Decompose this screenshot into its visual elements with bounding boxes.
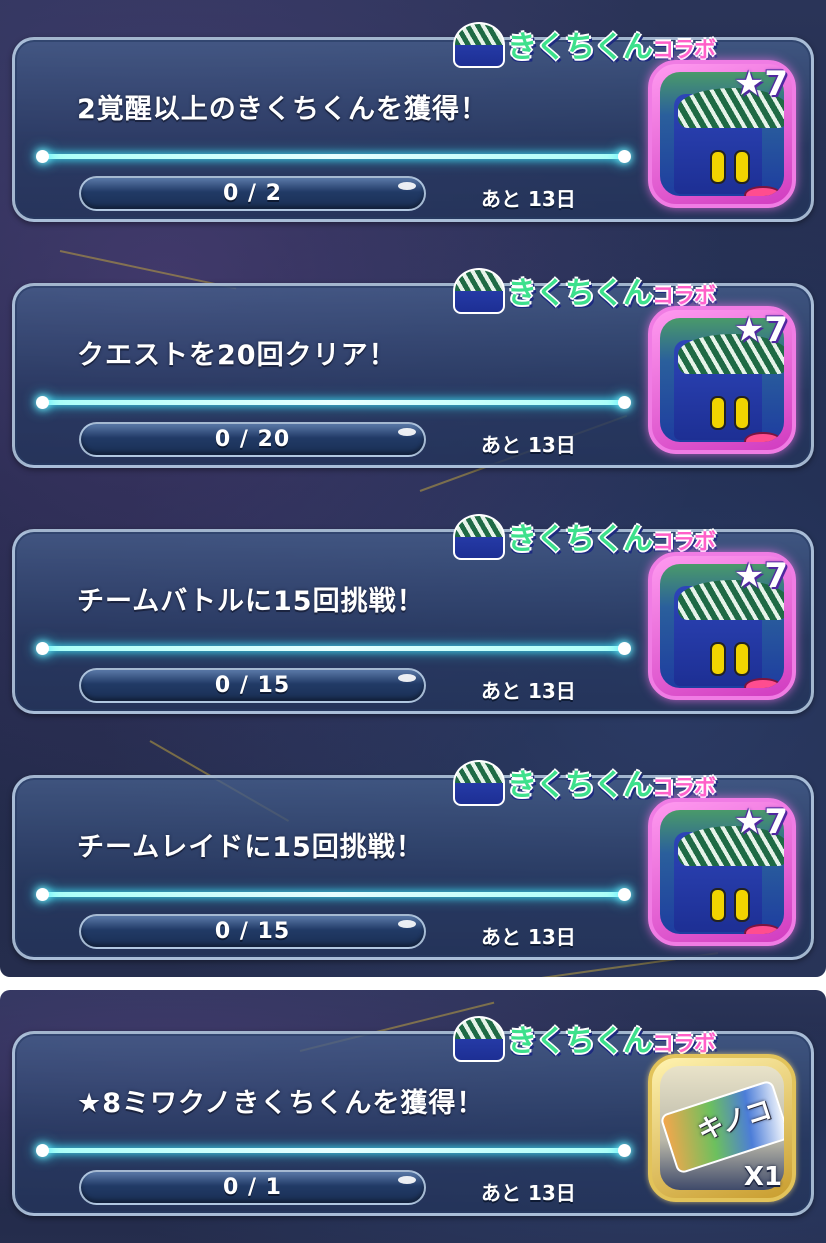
reward-character-icon[interactable]: ★7 [648,306,796,454]
mission-title: チームレイドに15回挑戦！ [77,832,424,863]
progress-bar: 0 / 15 [79,668,426,703]
reward-quantity: X1 [743,1162,782,1192]
kikuchikun-mascot-icon [453,760,505,806]
progress-bar: 0 / 15 [79,914,426,949]
kikuchikun-mascot-icon [453,268,505,314]
reward-character-icon[interactable]: ★7 [648,798,796,946]
mission-panel-main: きくちくんコラボ 2覚醒以上のきくちくんを獲得！ 0 / 2 あと 13日 ★7… [0,0,826,977]
progress-glow-line [36,888,631,901]
collab-tag-name: きくちくん [507,276,653,311]
time-remaining: あと 13日 [481,679,576,703]
collab-tag-name: きくちくん [507,522,653,557]
reward-rarity: ★7 [733,310,788,350]
progress-glow-line [36,396,631,409]
reward-item-icon[interactable]: キノコ X1 [648,1054,796,1202]
progress-glow-line [36,1144,631,1157]
kikuchikun-mascot-icon [453,1016,505,1062]
mission-card[interactable]: きくちくんコラボ ★8ミワクノきくちくんを獲得！ 0 / 1 あと 13日 キノ… [12,1016,814,1216]
mission-title: チームバトルに15回挑戦！ [77,586,425,617]
progress-text: 0 / 15 [214,673,291,698]
progress-text: 0 / 20 [214,427,291,452]
reward-rarity: ★7 [733,802,788,842]
reward-rarity: ★7 [733,556,788,596]
kikuchikun-mascot-icon [453,22,505,68]
collab-tag-name: きくちくん [507,1024,653,1059]
mission-panel-secondary: きくちくんコラボ ★8ミワクノきくちくんを獲得！ 0 / 1 あと 13日 キノ… [0,990,826,1243]
time-remaining: あと 13日 [481,433,576,457]
mission-title: 2覚醒以上のきくちくんを獲得！ [77,94,488,125]
reward-rarity: ★7 [733,64,788,104]
progress-bar: 0 / 2 [79,176,426,211]
kikuchikun-mascot-icon [453,514,505,560]
progress-text: 0 / 15 [214,919,291,944]
mission-title: ★8ミワクノきくちくんを獲得！ [77,1088,485,1119]
progress-bar: 0 / 20 [79,422,426,457]
mission-card[interactable]: きくちくんコラボ 2覚醒以上のきくちくんを獲得！ 0 / 2 あと 13日 ★7 [12,22,814,222]
progress-bar: 0 / 1 [79,1170,426,1205]
time-remaining: あと 13日 [481,1181,576,1205]
time-remaining: あと 13日 [481,925,576,949]
mission-card[interactable]: きくちくんコラボ チームレイドに15回挑戦！ 0 / 15 あと 13日 ★7 [12,760,814,960]
mission-card[interactable]: きくちくんコラボ チームバトルに15回挑戦！ 0 / 15 あと 13日 ★7 [12,514,814,714]
progress-glow-line [36,642,631,655]
progress-text: 0 / 1 [223,1175,282,1200]
mission-title: クエストを20回クリア！ [77,340,397,371]
progress-glow-line [36,150,631,163]
mission-card[interactable]: きくちくんコラボ クエストを20回クリア！ 0 / 20 あと 13日 ★7 [12,268,814,468]
collab-tag-name: きくちくん [507,30,653,65]
progress-text: 0 / 2 [223,181,282,206]
time-remaining: あと 13日 [481,187,576,211]
collab-tag-name: きくちくん [507,768,653,803]
reward-character-icon[interactable]: ★7 [648,60,796,208]
reward-character-icon[interactable]: ★7 [648,552,796,700]
